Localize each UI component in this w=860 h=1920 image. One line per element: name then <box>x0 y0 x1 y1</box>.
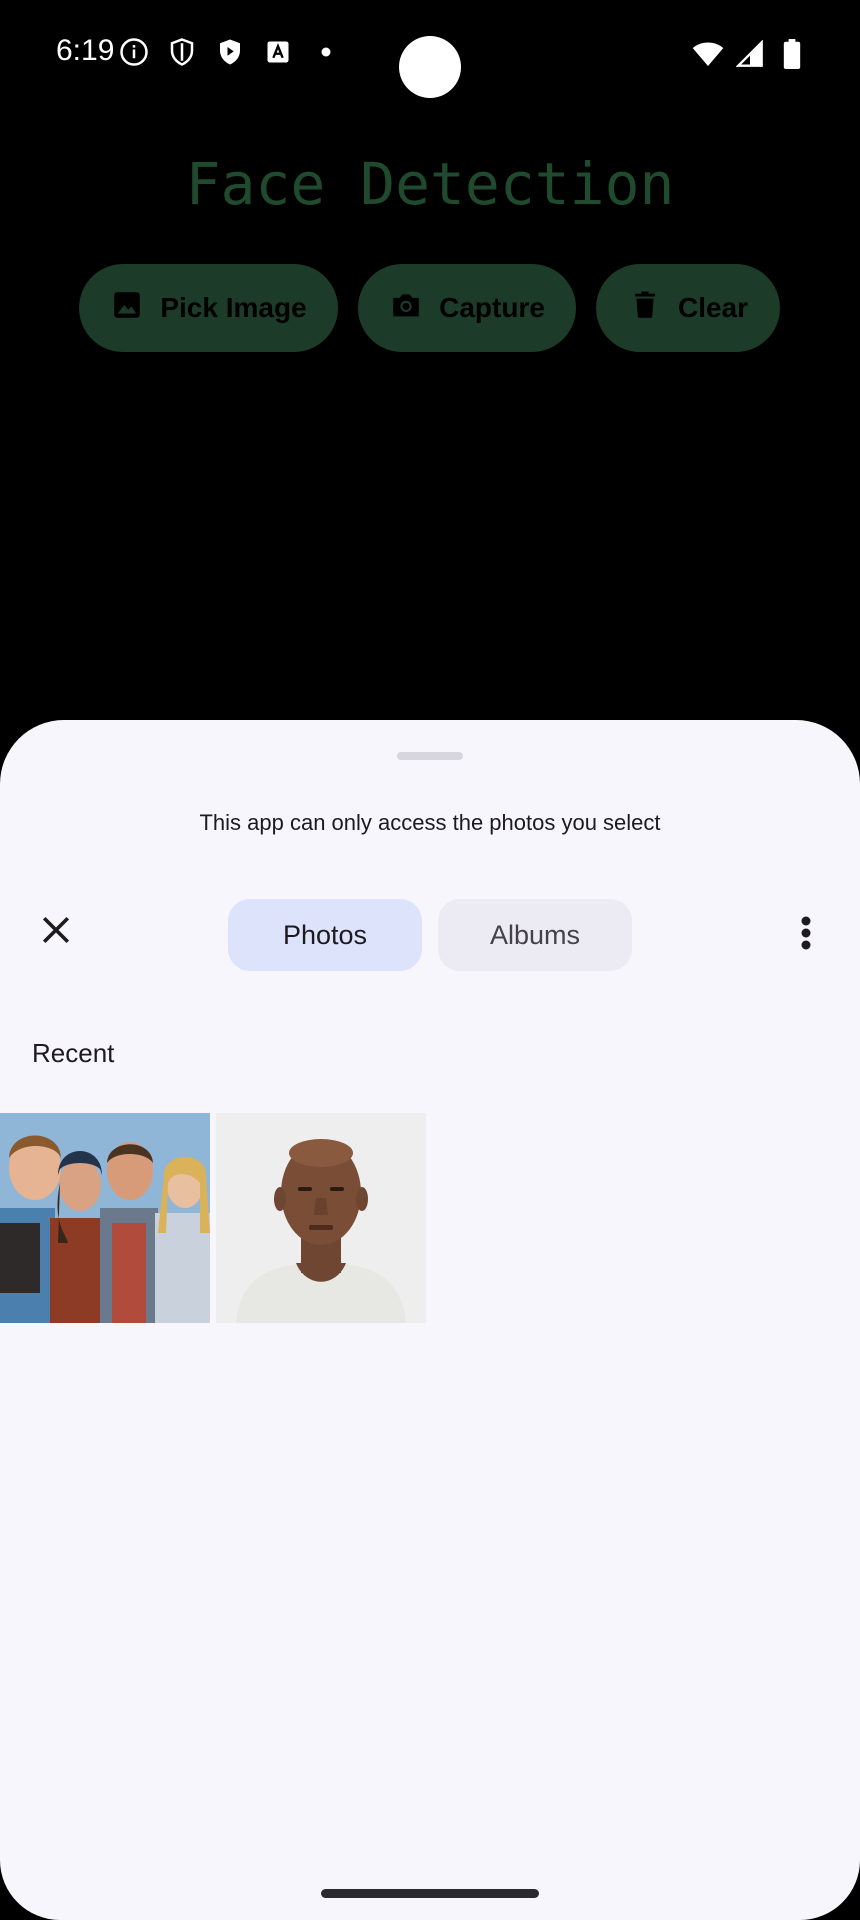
play-protect-icon <box>214 36 246 68</box>
dot-icon <box>310 36 342 68</box>
more-vert-icon <box>799 915 813 956</box>
tab-albums[interactable]: Albums <box>438 899 632 971</box>
status-icons-left <box>118 36 342 68</box>
clear-label: Clear <box>677 292 749 323</box>
wifi-icon <box>692 38 724 70</box>
photo-thumbnail-portrait[interactable] <box>216 1113 426 1323</box>
status-icons-right <box>692 38 808 70</box>
photo-picker-sheet: This app can only access the photos you … <box>0 720 860 1920</box>
trash-icon <box>628 288 662 329</box>
image-icon <box>110 288 144 329</box>
status-time: 6:19 <box>56 34 115 67</box>
recent-section-title: Recent <box>32 1038 115 1068</box>
signal-icon <box>734 38 766 70</box>
capture-button[interactable]: Capture <box>358 264 576 352</box>
status-bar: 6:19 <box>0 0 860 105</box>
camera-cutout <box>399 36 461 98</box>
pick-image-button[interactable]: Pick Image <box>79 264 338 352</box>
info-icon <box>118 36 150 68</box>
app-title: Face Detection <box>185 150 675 218</box>
capture-label: Capture <box>439 292 545 323</box>
pick-image-label: Pick Image <box>160 292 307 323</box>
close-icon <box>38 912 74 953</box>
home-indicator[interactable] <box>321 1889 539 1898</box>
battery-icon <box>776 38 808 70</box>
shield-icon <box>166 36 198 68</box>
camera-icon <box>389 288 423 329</box>
clear-button[interactable]: Clear <box>596 264 780 352</box>
phone-screen: 6:19 Face Detection Pick Image Capture C… <box>0 0 860 1920</box>
photo-thumbnail-group[interactable] <box>0 1113 210 1323</box>
translate-icon <box>262 36 294 68</box>
more-options-button[interactable] <box>776 904 836 966</box>
close-button[interactable] <box>30 906 82 958</box>
action-button-row: Pick Image Capture Clear <box>0 264 860 352</box>
drag-handle[interactable] <box>397 752 463 760</box>
picker-access-message: This app can only access the photos you … <box>199 810 661 835</box>
tab-photos[interactable]: Photos <box>228 899 422 971</box>
